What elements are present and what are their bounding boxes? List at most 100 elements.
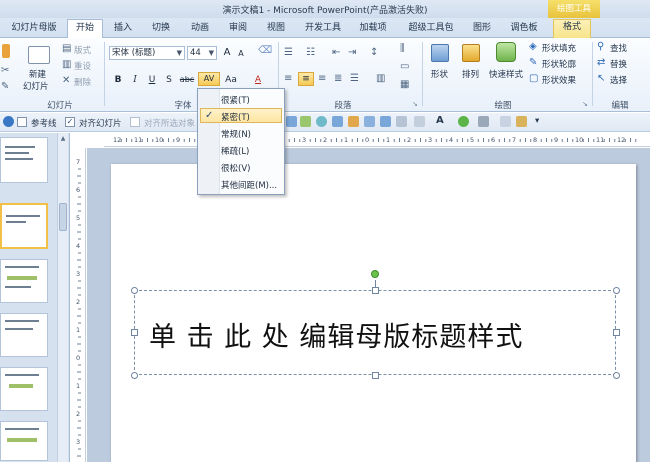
strikethrough-button[interactable]: abc xyxy=(178,73,196,87)
menu-item-tight[interactable]: ✓ 紧密(T) xyxy=(200,108,282,123)
shadow-button[interactable]: S xyxy=(162,73,176,87)
shapes-icon[interactable] xyxy=(431,44,449,62)
toolbar-tool-icon[interactable] xyxy=(286,116,297,127)
menu-item-very-loose[interactable]: 很松(V) xyxy=(221,162,250,174)
toolbar-tool-icon[interactable] xyxy=(364,116,375,127)
character-spacing-button[interactable]: AV xyxy=(198,72,220,86)
shapes-button[interactable]: 形状 xyxy=(431,68,448,80)
tab-home[interactable]: 开始 xyxy=(67,19,103,39)
increase-indent-icon[interactable]: ⇥ xyxy=(348,46,356,60)
format-painter-icon[interactable]: ✎ xyxy=(1,80,9,94)
tab-slide-master[interactable]: 幻灯片母版 xyxy=(8,21,60,38)
font-size-combo[interactable]: 44 ▼ xyxy=(187,46,217,60)
menu-item-very-tight[interactable]: 很紧(T) xyxy=(221,94,250,106)
scrollbar-thumb[interactable] xyxy=(59,203,67,231)
bold-button[interactable]: B xyxy=(111,73,125,87)
paste-icon[interactable] xyxy=(2,44,10,58)
title-placeholder-text[interactable]: 单 击 此 处 编辑母版标题样式 xyxy=(149,315,523,354)
shape-fill-button[interactable]: 形状填充 xyxy=(542,42,576,54)
menu-item-normal[interactable]: 常规(N) xyxy=(221,128,251,140)
font-name-combo[interactable]: 宋体 (标题) ▼ xyxy=(109,46,185,60)
title-placeholder-box[interactable]: 单 击 此 处 编辑母版标题样式 xyxy=(134,290,616,375)
new-slide-icon[interactable] xyxy=(28,46,50,64)
tab-super-toolkit[interactable]: 超级工具包 xyxy=(403,21,459,38)
tab-view[interactable]: 视图 xyxy=(261,21,291,38)
resize-handle-tl[interactable] xyxy=(131,287,138,294)
guides-checkbox[interactable] xyxy=(17,117,27,127)
shrink-font-button[interactable]: A xyxy=(234,47,248,61)
toolbar-tool-icon[interactable] xyxy=(478,116,489,127)
thumbnail-slide[interactable] xyxy=(0,367,48,411)
resize-handle-br[interactable] xyxy=(613,372,620,379)
toolbar-tool-icon[interactable] xyxy=(396,116,407,127)
resize-handle-left[interactable] xyxy=(131,329,138,336)
quick-styles-button[interactable]: 快速样式 xyxy=(489,68,523,80)
change-case-button[interactable]: Aa xyxy=(222,73,240,87)
rotation-handle[interactable] xyxy=(371,270,379,278)
undo-icon[interactable] xyxy=(3,116,14,127)
clear-format-icon[interactable]: ⌫ xyxy=(258,44,272,58)
delete-button[interactable]: 删除 xyxy=(74,76,91,88)
tab-format[interactable]: 格式 xyxy=(553,19,591,39)
tab-transitions[interactable]: 切换 xyxy=(146,21,176,38)
toolbar-tool-icon[interactable] xyxy=(332,116,343,127)
bullets-icon[interactable]: ☰ xyxy=(284,46,293,60)
thumbnail-slide-selected[interactable] xyxy=(0,203,48,249)
smartart-icon[interactable]: ▦ xyxy=(400,78,409,92)
tab-animations[interactable]: 动画 xyxy=(184,21,216,38)
toolbar-tool-icon[interactable] xyxy=(380,116,391,127)
distribute-icon[interactable]: ☰ xyxy=(350,72,359,86)
text-direction-icon[interactable]: ⫼ xyxy=(400,42,405,56)
font-color-button[interactable]: A xyxy=(251,73,265,87)
quick-styles-icon[interactable] xyxy=(496,42,516,62)
align-selected-checkbox[interactable] xyxy=(130,117,140,127)
new-slide-label-1[interactable]: 新建 xyxy=(29,68,46,80)
layout-button[interactable]: 版式 xyxy=(74,44,91,56)
columns-icon[interactable]: ▥ xyxy=(376,72,385,86)
numbering-icon[interactable]: ☷ xyxy=(306,46,315,60)
tab-graphics[interactable]: 图形 xyxy=(467,21,497,38)
tab-palette[interactable]: 调色板 xyxy=(504,21,544,38)
customize-toolbar-icon[interactable]: ▾ xyxy=(535,116,539,126)
thumbnail-slide[interactable] xyxy=(0,137,48,183)
toolbar-tool-icon[interactable] xyxy=(458,116,469,127)
resize-handle-bottom[interactable] xyxy=(372,372,379,379)
align-slide-checkbox[interactable]: ✓ xyxy=(65,117,75,127)
align-left-icon[interactable]: ≡ xyxy=(284,72,292,86)
align-center-button[interactable]: ≡ xyxy=(298,72,314,86)
new-slide-label-2[interactable]: 幻灯片 xyxy=(23,80,49,92)
justify-icon[interactable]: ≣ xyxy=(334,72,342,86)
thumbnail-scrollbar[interactable]: ▲ xyxy=(57,133,68,462)
align-text-icon[interactable]: ▭ xyxy=(400,60,409,74)
tab-addins[interactable]: 加载项 xyxy=(353,21,393,38)
menu-item-loose[interactable]: 稀疏(L) xyxy=(221,145,249,157)
resize-handle-right[interactable] xyxy=(613,329,620,336)
thumbnail-slide[interactable] xyxy=(0,313,48,357)
thumbnail-slide[interactable] xyxy=(0,421,48,461)
grow-font-button[interactable]: A xyxy=(220,46,234,60)
cut-icon[interactable]: ✂ xyxy=(1,64,9,78)
underline-button[interactable]: U xyxy=(145,73,159,87)
menu-item-more-spacing[interactable]: 其他间距(M)... xyxy=(221,179,277,191)
tab-review[interactable]: 审阅 xyxy=(223,21,253,38)
replace-button[interactable]: 替换 xyxy=(610,58,627,70)
shape-outline-button[interactable]: 形状轮廓 xyxy=(542,58,576,70)
paragraph-launcher-icon[interactable]: ↘ xyxy=(412,100,418,108)
thumbnail-slide[interactable] xyxy=(0,259,48,303)
decrease-indent-icon[interactable]: ⇤ xyxy=(332,46,340,60)
shape-effects-button[interactable]: 形状效果 xyxy=(542,74,576,86)
toolbar-tool-icon[interactable] xyxy=(300,116,311,127)
resize-handle-top[interactable] xyxy=(372,287,379,294)
resize-handle-tr[interactable] xyxy=(613,287,620,294)
arrange-icon[interactable] xyxy=(462,44,480,62)
toolbar-tool-icon[interactable] xyxy=(500,116,511,127)
toolbar-tool-icon[interactable] xyxy=(316,116,327,127)
italic-button[interactable]: I xyxy=(128,73,142,87)
toolbar-tool-icon[interactable] xyxy=(348,116,359,127)
scroll-up-icon[interactable]: ▲ xyxy=(58,135,68,142)
tab-insert[interactable]: 插入 xyxy=(108,21,138,38)
slide-master[interactable]: 单 击 此 处 编辑母版标题样式 xyxy=(111,164,636,462)
select-button[interactable]: 选择 xyxy=(610,74,627,86)
reset-button[interactable]: 重设 xyxy=(74,60,91,72)
tab-developer[interactable]: 开发工具 xyxy=(300,21,346,38)
